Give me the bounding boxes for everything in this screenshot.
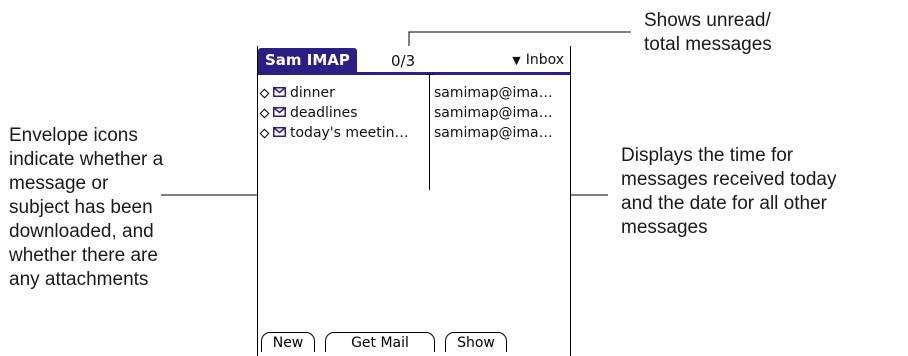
envelope-icon xyxy=(273,107,286,117)
callout-line: total messages xyxy=(644,34,772,55)
message-sender: samimap@ima… xyxy=(434,125,553,141)
unread-total-count: 0/3 xyxy=(391,52,416,70)
folder-label: Inbox xyxy=(525,52,564,68)
list-item[interactable]: dinner samimap@ima… xyxy=(258,84,570,104)
message-subject: today's meetin… xyxy=(290,125,409,141)
envelope-icon xyxy=(273,127,286,137)
callout-line: messages xyxy=(621,217,708,238)
envelope-callout: Envelope icons indicate whether a messag… xyxy=(9,124,163,292)
triangle-down-icon: ▼ xyxy=(512,54,521,67)
callout-line: message or xyxy=(9,173,109,194)
diamond-icon xyxy=(259,88,270,99)
message-subject: deadlines xyxy=(290,105,358,121)
callout-line: messages received today xyxy=(621,169,837,190)
callout-line: downloaded, and xyxy=(9,221,154,242)
title-bar: Sam IMAP 0/3 ▼ Inbox xyxy=(258,46,570,75)
diamond-icon xyxy=(259,108,270,119)
new-button[interactable]: New xyxy=(261,332,315,352)
callout-line: indicate whether a xyxy=(9,149,164,170)
message-sender: samimap@ima… xyxy=(434,105,553,121)
list-item[interactable]: today's meetin… samimap@ima… xyxy=(258,124,570,144)
callout-line: Shows unread/ xyxy=(644,10,771,31)
callout-line: whether there are xyxy=(9,245,158,266)
device-screen: Sam IMAP 0/3 ▼ Inbox dinner samimap@ima… … xyxy=(257,46,571,356)
date-callout: Displays the time for messages received … xyxy=(621,144,836,240)
envelope-icon xyxy=(273,87,286,97)
app-title[interactable]: Sam IMAP xyxy=(258,48,357,72)
callout-line: Displays the time for xyxy=(621,145,794,166)
message-subject: dinner xyxy=(290,85,335,101)
callout-line: any attachments xyxy=(9,269,149,290)
message-sender: samimap@ima… xyxy=(434,85,553,101)
callout-line: subject has been xyxy=(9,197,153,218)
get-mail-button[interactable]: Get Mail xyxy=(325,332,435,352)
unread-callout: Shows unread/ total messages xyxy=(644,9,772,57)
show-button[interactable]: Show xyxy=(445,332,507,352)
list-item[interactable]: deadlines samimap@ima… xyxy=(258,104,570,124)
folder-dropdown[interactable]: ▼ Inbox xyxy=(512,50,564,71)
callout-line: Envelope icons xyxy=(9,125,138,146)
diamond-icon xyxy=(259,128,270,139)
callout-line: and the date for all other xyxy=(621,193,827,214)
